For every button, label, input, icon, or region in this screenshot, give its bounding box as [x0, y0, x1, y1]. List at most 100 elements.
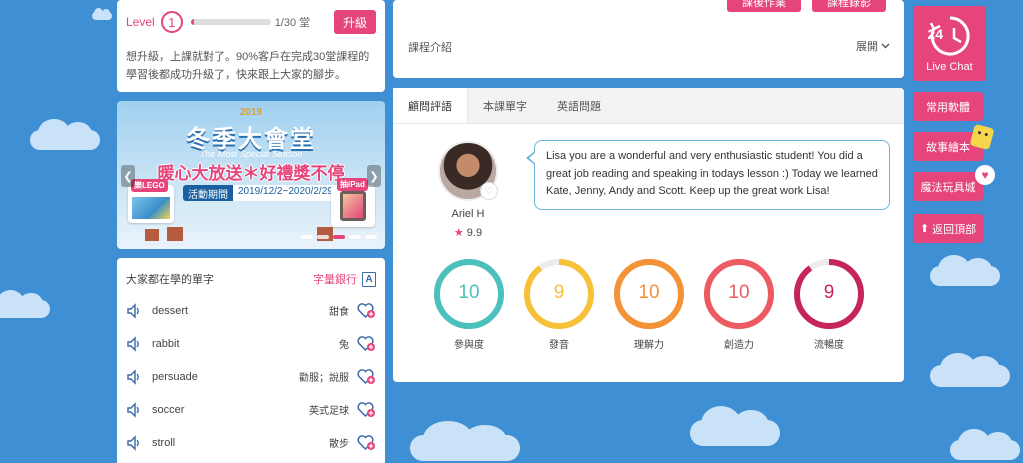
score-label: 流暢度 — [814, 340, 844, 351]
sidebar-item-label: 返回頂部 — [932, 223, 977, 236]
banner-period-value: 2019/12/2~2020/2/29 — [233, 185, 338, 201]
heart-add-icon[interactable] — [357, 335, 376, 352]
promo-banner[interactable]: 2019 冬季大會堂 The Most Special Season 暖心大放送… — [117, 101, 385, 249]
level-description: 想升級，上課就對了。90%客戶在完成30堂課程的學習後都成功升級了，快來跟上大家… — [126, 51, 370, 81]
house-decoration — [145, 229, 159, 241]
score-label: 創造力 — [724, 340, 754, 351]
banner-dot[interactable] — [349, 235, 361, 239]
course-intro-label: 課程介紹 — [408, 42, 452, 54]
level-label: Level — [126, 15, 155, 29]
score-ring: 10 創造力 — [699, 256, 779, 351]
expand-label: 展開 — [856, 41, 878, 53]
background-cloud — [410, 420, 520, 461]
clock-24-icon: 24 — [928, 14, 972, 58]
background-cloud — [0, 290, 50, 318]
sidebar-item-toy-store[interactable]: 魔法玩具城 — [913, 172, 983, 201]
live-chat-label: Live Chat — [926, 61, 973, 73]
recording-button[interactable]: 課程錄影 — [812, 0, 886, 12]
live-chat-number: 24 — [927, 26, 944, 42]
arrow-up-icon: ⬆ — [919, 223, 930, 235]
level-progress-text: 1/30 堂 — [274, 17, 311, 29]
vocab-row: dessert 甜食 — [126, 294, 376, 327]
speaker-icon[interactable] — [126, 401, 142, 418]
banner-badge-left: 樂LEGO — [131, 179, 168, 192]
vocab-word: soccer — [152, 403, 185, 416]
review-tabs: 顧問評語 本課單字 英語問題 — [393, 88, 904, 124]
vocab-definition: 散步 — [329, 439, 349, 450]
background-cloud — [950, 429, 1020, 460]
score-value: 10 — [458, 282, 480, 303]
score-label: 參與度 — [454, 340, 484, 351]
speaker-icon[interactable] — [126, 434, 142, 451]
vocab-row: persuade 勸服；說服 — [126, 360, 376, 393]
heart-add-icon[interactable] — [357, 368, 376, 385]
banner-period-label: 活動期間 — [183, 185, 233, 201]
chevron-right-icon: ❯ — [369, 170, 379, 183]
level-row: Level 1 1/30 堂 升級 — [126, 10, 376, 34]
vocab-definition: 勸服；說服 — [299, 373, 349, 384]
favorite-teacher-heart-icon[interactable]: ♡ — [480, 182, 498, 200]
background-cloud — [690, 405, 780, 446]
teacher-rating: ★ 9.9 — [433, 226, 503, 239]
vocab-row: rabbit 兔 — [126, 327, 376, 360]
sidebar-item-label: 魔法玩具城 — [920, 181, 976, 194]
back-to-top-button[interactable]: ⬆ 返回頂部 — [913, 214, 983, 243]
review-card: 顧問評語 本課單字 英語問題 ♡ Ariel H ★ 9.9 Lisa you are… — [393, 88, 904, 382]
level-progress-fill — [190, 19, 194, 25]
banner-year: 2019 — [239, 107, 263, 118]
vocab-definition: 英式足球 — [309, 406, 349, 417]
tab-1[interactable]: 本課單字 — [468, 88, 542, 123]
heart-add-icon[interactable] — [357, 302, 376, 319]
sidebar-item-software[interactable]: 常用軟體 — [913, 92, 983, 121]
chevron-down-icon — [881, 43, 890, 49]
background-cloud — [930, 255, 1000, 286]
vocab-word: persuade — [152, 370, 198, 383]
score-value: 9 — [553, 282, 565, 303]
vocab-header: 大家都在學的單字 字量銀行 A — [126, 270, 376, 288]
vocab-card: 大家都在學的單字 字量銀行 A dessert 甜食 rabbit 兔 persuade… — [117, 258, 385, 463]
tab-2[interactable]: 英語問題 — [542, 88, 616, 123]
score-ring: 9 發音 — [519, 256, 599, 351]
background-cloud — [930, 352, 1010, 387]
banner-dot-active[interactable] — [333, 235, 345, 239]
speaker-icon[interactable] — [126, 368, 142, 385]
vocab-word: rabbit — [152, 337, 180, 350]
banner-pagination — [301, 235, 377, 239]
score-value: 10 — [638, 282, 660, 303]
upgrade-button[interactable]: 升級 — [334, 10, 376, 34]
banner-prev-arrow[interactable]: ❮ — [121, 165, 135, 187]
level-number: 1 — [160, 11, 183, 33]
speaker-icon[interactable] — [126, 335, 142, 352]
score-value: 10 — [728, 282, 750, 303]
score-ring: 9 流暢度 — [789, 256, 869, 351]
house-decoration — [167, 227, 183, 241]
banner-dot[interactable] — [301, 235, 313, 239]
level-progress-bar — [190, 19, 271, 25]
tab-0[interactable]: 顧問評語 — [393, 88, 468, 123]
heart-add-icon[interactable] — [357, 401, 376, 418]
teacher-rating-value: 9.9 — [466, 227, 483, 239]
score-label: 理解力 — [634, 340, 664, 351]
vocab-bank-icon[interactable]: A — [362, 271, 376, 287]
banner-subtitle: The Most Special Season — [199, 149, 303, 159]
heart-badge-icon: ♥ — [975, 165, 995, 185]
course-card: 課後作業 課程錄影 課程介紹 展開 — [393, 0, 904, 78]
banner-period: 活動期間 2019/12/2~2020/2/29 — [183, 185, 338, 201]
banner-badge-right: 抽iPad — [337, 178, 368, 191]
vocab-list: dessert 甜食 rabbit 兔 persuade 勸服；說服 soccer 英式足球 s… — [126, 294, 376, 459]
vocab-word: dessert — [152, 304, 189, 317]
heart-add-icon[interactable] — [357, 434, 376, 451]
expand-toggle[interactable]: 展開 — [856, 38, 890, 54]
vocab-title: 大家都在學的單字 — [126, 274, 214, 286]
score-label: 發音 — [549, 340, 569, 351]
score-ring: 10 理解力 — [609, 256, 689, 351]
banner-next-arrow[interactable]: ❯ — [367, 165, 381, 187]
banner-dot[interactable] — [365, 235, 377, 239]
speaker-icon[interactable] — [126, 302, 142, 319]
vocab-bank-link[interactable]: 字量銀行 — [313, 271, 357, 287]
homework-button[interactable]: 課後作業 — [727, 0, 801, 12]
teacher-name: Ariel H — [451, 208, 485, 220]
sidebar-item-label: 故事繪本 — [926, 141, 970, 154]
live-chat-button[interactable]: 24 Live Chat — [913, 6, 986, 81]
banner-dot[interactable] — [317, 235, 329, 239]
